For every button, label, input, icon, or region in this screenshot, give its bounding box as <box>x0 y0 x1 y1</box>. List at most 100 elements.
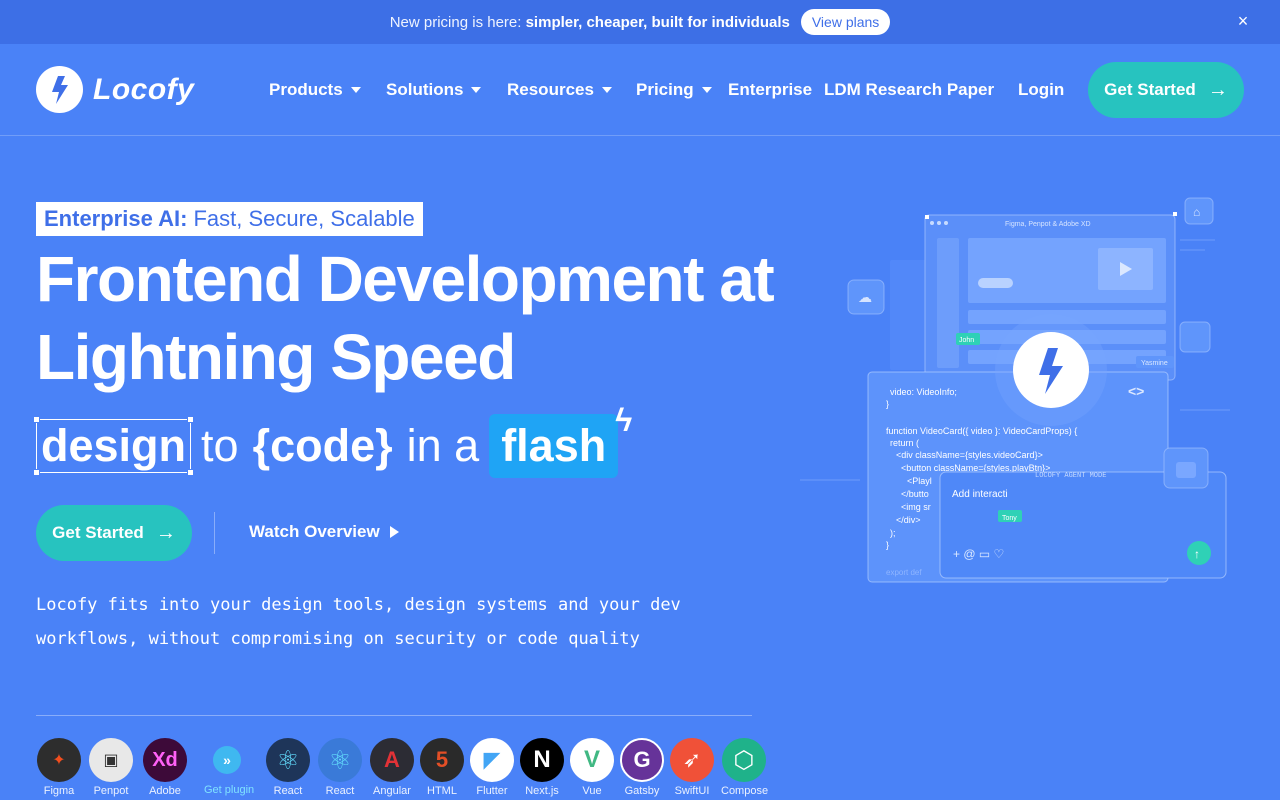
hero-title-line-1: Frontend Development at <box>36 243 775 315</box>
tool-react-native[interactable]: ⚛ React <box>317 738 363 797</box>
hero-description: Locofy fits into your design tools, desi… <box>36 595 681 649</box>
tag-flash: flash <box>501 420 607 471</box>
lightning-logo-icon <box>36 66 83 113</box>
announcement-text: New pricing is here: simpler, cheaper, b… <box>389 13 790 31</box>
tag-code: {code} <box>252 420 393 471</box>
tool-nextjs[interactable]: N Next.js <box>519 738 565 797</box>
cursor-label-tony: Tony <box>1002 515 1017 522</box>
get-plugin-icon: » <box>213 746 241 774</box>
svg-text:↑: ↑ <box>1194 547 1200 561</box>
tool-label: React <box>273 785 303 797</box>
cta-label: Get Started <box>52 523 144 542</box>
hero-get-started-button[interactable]: Get Started → <box>36 505 192 561</box>
nav-item-label: Solutions <box>386 80 464 99</box>
selection-handle <box>187 416 195 423</box>
nav-item-enterprise[interactable]: Enterprise <box>728 80 812 100</box>
gatsby-icon: G <box>620 738 664 782</box>
nav-item-label: Products <box>269 80 343 99</box>
close-icon[interactable]: × <box>1234 12 1252 30</box>
tool-label: SwiftUI <box>674 785 710 797</box>
tool-react[interactable]: ⚛ React <box>265 738 311 797</box>
tool-label: Next.js <box>525 785 559 797</box>
vue-icon: V <box>570 738 614 782</box>
tool-flutter[interactable]: ◤ Flutter <box>469 738 515 797</box>
tool-label: Figma <box>43 785 75 797</box>
tool-figma[interactable]: ✦ Figma <box>36 738 82 797</box>
nav-item-label: Resources <box>507 80 594 99</box>
tool-label: Angular <box>373 785 411 797</box>
main-nav: Locofy Products Solutions Resources Pric… <box>0 44 1280 136</box>
announcement-highlight: simpler, cheaper, built for individuals <box>525 13 790 31</box>
divider <box>36 715 752 716</box>
selection-handle <box>33 416 40 423</box>
nav-item-ldm-research-paper[interactable]: LDM Research Paper <box>824 80 994 100</box>
design-selection-box: design <box>33 416 195 476</box>
caret-down-icon <box>350 87 361 93</box>
hero-illustration: Figma, Penpot & Adobe XD ☁ ⌂ John Yasmin… <box>800 190 1250 610</box>
tool-swiftui[interactable]: ➶ SwiftUI <box>669 738 715 797</box>
nav-item-pricing[interactable]: Pricing <box>636 80 712 100</box>
html5-icon: 5 <box>420 738 464 782</box>
agent-mode-label: LOCOFY AGENT MODE <box>1035 472 1106 480</box>
nav-item-resources[interactable]: Resources <box>507 80 612 100</box>
jetpack-compose-icon: ⬡ <box>722 738 766 782</box>
view-plans-button[interactable]: View plans <box>800 9 891 35</box>
tool-penpot[interactable]: ▣ Penpot <box>88 738 134 797</box>
caret-down-icon <box>701 87 712 93</box>
angular-icon: A <box>370 738 414 782</box>
login-link[interactable]: Login <box>1018 80 1064 100</box>
tool-label: Adobe <box>149 785 181 797</box>
arrow-right-icon: → <box>155 521 176 544</box>
nextjs-icon: N <box>520 738 564 782</box>
cursor-label-yasmine: Yasmine <box>1141 360 1168 367</box>
tool-label: Vue <box>582 785 602 797</box>
tool-label: Get plugin <box>204 784 255 796</box>
tool-vue[interactable]: V Vue <box>569 738 615 797</box>
agent-input-text: Add interacti <box>952 489 1008 500</box>
tool-angular[interactable]: A Angular <box>369 738 415 797</box>
nav-item-products[interactable]: Products <box>269 80 361 100</box>
brand-name: Locofy <box>93 72 195 106</box>
tool-label: React <box>325 785 355 797</box>
flash-highlight: flash ϟ <box>489 402 632 478</box>
tool-label: HTML <box>427 785 457 797</box>
tool-gatsby[interactable]: G Gatsby <box>619 738 665 797</box>
svg-text:☁: ☁ <box>858 289 872 305</box>
flutter-icon: ◤ <box>470 738 514 782</box>
play-icon <box>389 526 399 538</box>
svg-text:<>: <> <box>1128 383 1144 399</box>
selection-handle <box>187 469 195 476</box>
tag-in-a: in a <box>406 420 480 471</box>
tool-compose[interactable]: ⬡ Compose <box>721 738 768 797</box>
tag-to: to <box>201 420 239 471</box>
figma-icon: ✦ <box>37 738 81 782</box>
tool-html[interactable]: 5 HTML <box>419 738 465 797</box>
nav-item-solutions[interactable]: Solutions <box>386 80 482 100</box>
tool-adobe-xd[interactable]: Xd Adobe <box>142 738 188 797</box>
watch-overview-button[interactable]: Watch Overview <box>249 522 399 542</box>
illustration-graphic: Figma, Penpot & Adobe XD ☁ ⌂ John Yasmin… <box>800 197 1230 583</box>
login-label: Login <box>1018 80 1065 99</box>
watch-label: Watch Overview <box>249 522 380 541</box>
brand-logo[interactable]: Locofy <box>36 66 194 113</box>
lightning-icon: ϟ <box>615 402 633 438</box>
arrow-right-icon: → <box>1207 78 1228 101</box>
window-title: Figma, Penpot & Adobe XD <box>1005 221 1091 228</box>
caret-down-icon <box>471 87 482 93</box>
hero-title-line-2: Lightning Speed <box>36 321 516 393</box>
nav-item-label: Enterprise <box>728 80 813 99</box>
tool-label: Flutter <box>476 785 508 797</box>
adobe-xd-icon: Xd <box>143 738 187 782</box>
cursor-label-john: John <box>959 337 974 344</box>
selection-handle <box>33 469 40 476</box>
swiftui-icon: ➶ <box>670 738 714 782</box>
penpot-icon: ▣ <box>89 738 133 782</box>
announcement-bar: New pricing is here: simpler, cheaper, b… <box>0 0 1280 44</box>
nav-get-started-button[interactable]: Get Started → <box>1088 62 1244 118</box>
tool-get-plugin[interactable]: » Get plugin <box>204 738 255 796</box>
tool-label: Penpot <box>93 785 129 797</box>
badge-bold-text: Enterprise AI: <box>44 206 188 231</box>
svg-text:⌂: ⌂ <box>1193 205 1200 219</box>
cta-label: Get Started <box>1104 80 1196 99</box>
tool-label: Gatsby <box>624 785 660 797</box>
